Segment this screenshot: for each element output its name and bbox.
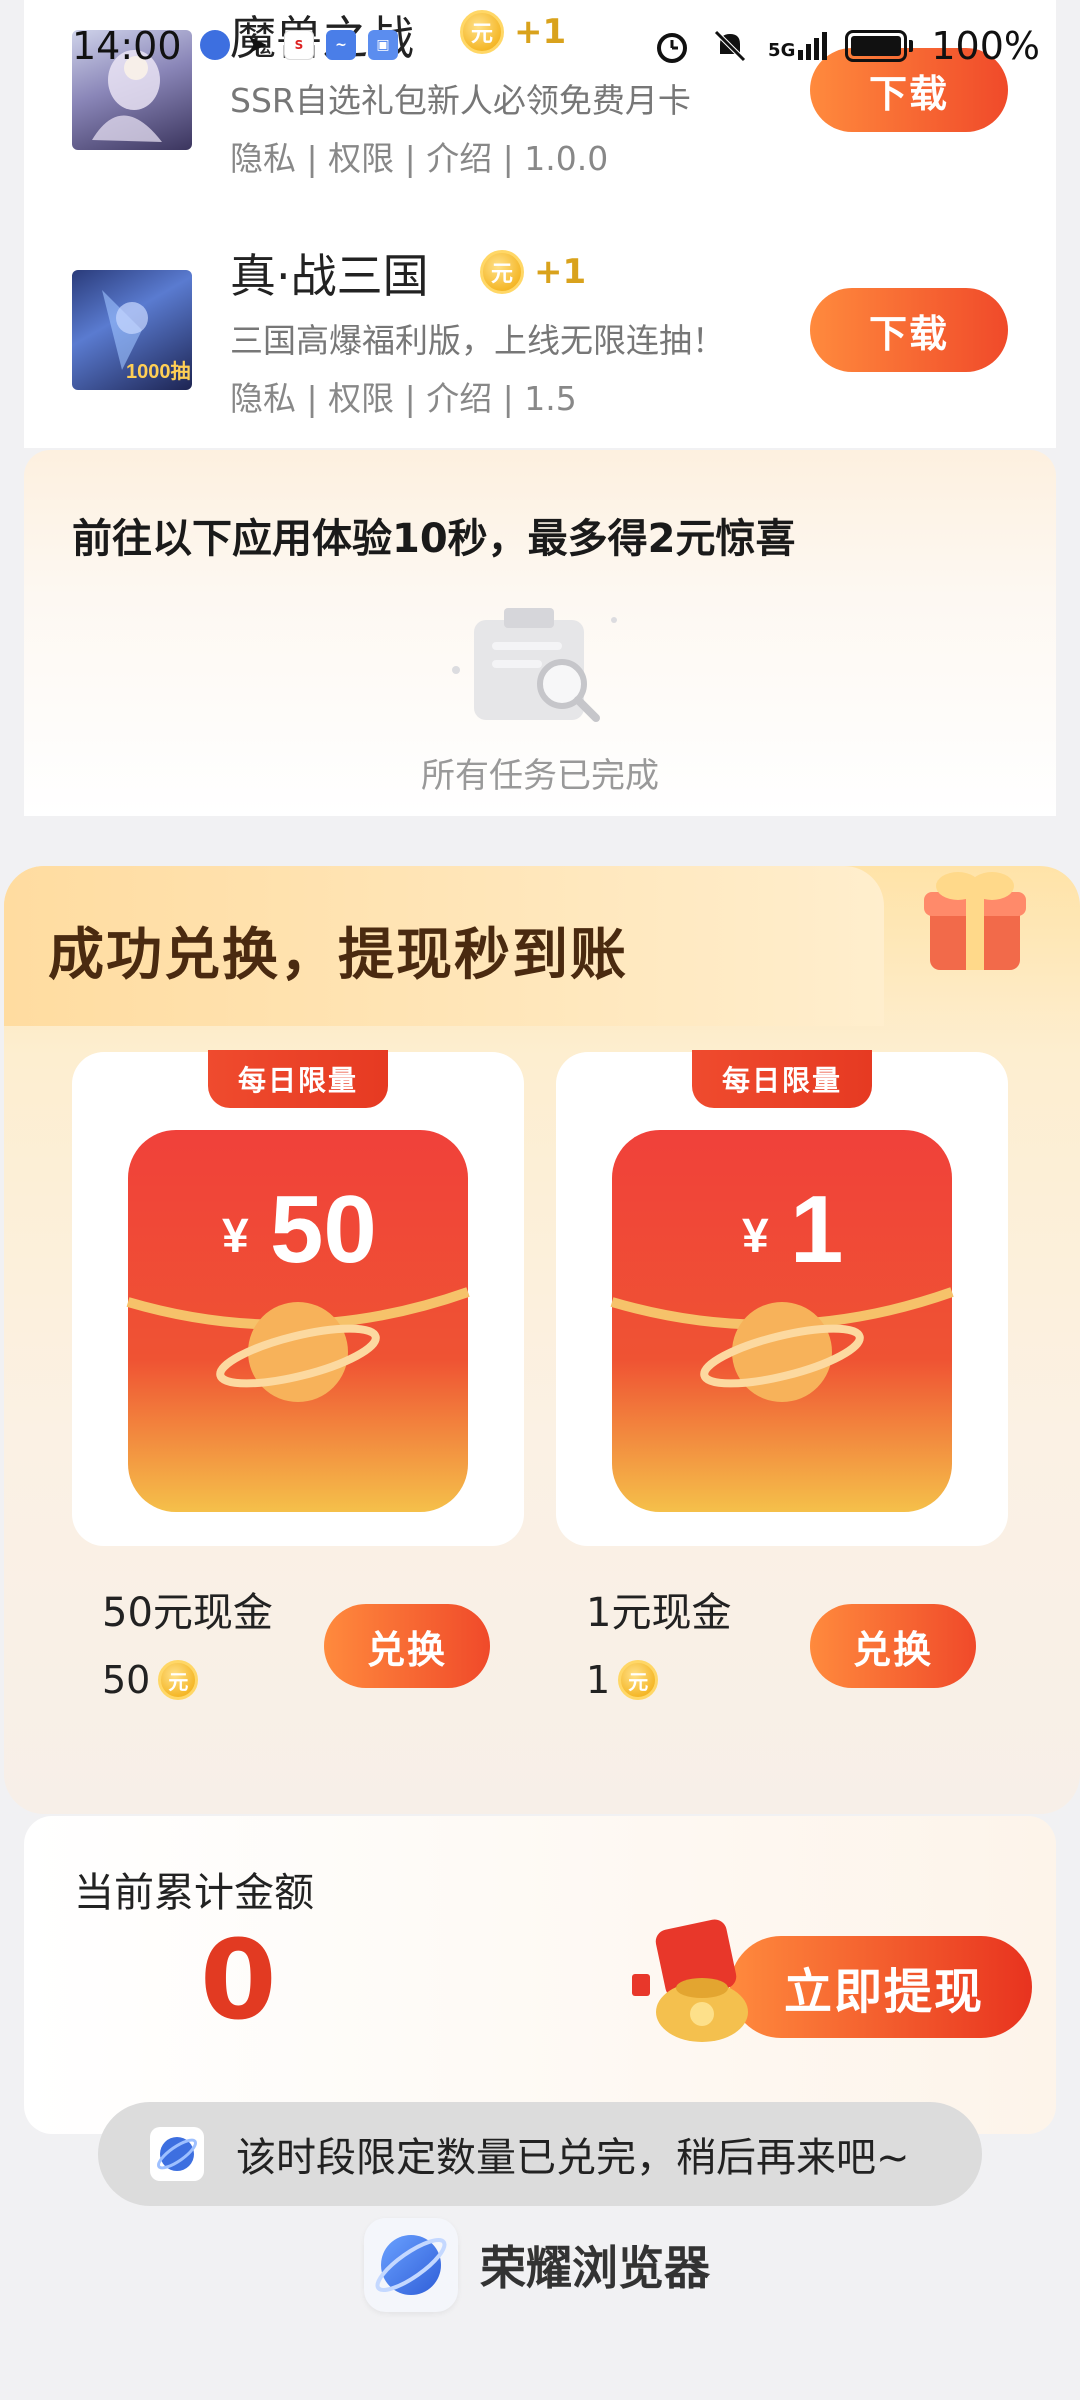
app-description: 三国高爆福利版，上线无限连抽！ [230,321,725,360]
reward-badge: 元 +1 [480,250,586,294]
app-notify-icon: ~ [326,30,356,60]
empty-state-text: 所有任务已完成 [421,756,659,796]
pack-cost: 50 元 [102,1658,199,1702]
pack-amount: 1 [790,1176,843,1283]
alarm-icon [657,33,688,63]
brand-name: 荣耀浏览器 [480,2241,710,2295]
app-row[interactable]: 1000抽 真·战三国 元 +1 三国高爆福利版，上线无限连抽！ 隐私 | 权限… [24,240,1056,440]
toast-message: 该时段限定数量已兑完，稍后再来吧~ [98,2102,982,2206]
browser-notify-icon [200,30,230,60]
mute-bell-icon [714,30,746,62]
toast-text: 该时段限定数量已兑完，稍后再来吧~ [236,2135,910,2181]
exchange-title: 成功兑换，提现秒到账 [48,923,628,988]
game-art-icon: 1000抽 [102,290,191,383]
icon-badge-text: 1000抽 [126,359,191,383]
coin-icon: 元 [618,1660,659,1700]
status-time: 14:00 [72,24,182,68]
status-bar: 14:00 ➤ S ~ ▣ 5G 100% [0,0,1080,100]
experience-title: 前往以下应用体验10秒，最多得2元惊喜 [72,516,796,562]
cash-pack-card[interactable]: 每日限量 ¥ 1 [556,1050,1008,1546]
app-links[interactable]: 隐私 | 权限 | 介绍 | 1.0.0 [230,132,608,180]
currency-symbol: ¥ [742,1210,769,1263]
red-envelope-icon: ¥ 50 [126,1130,470,1512]
pack-amount: 50 [270,1176,377,1283]
withdraw-button[interactable]: 立即提现 [730,1936,1032,2038]
browser-logo-icon [364,2218,458,2312]
coin-icon: 元 [480,250,524,294]
money-bag-icon [632,1919,748,2042]
pack-cost: 1 元 [586,1658,659,1702]
app-icon[interactable]: 1000抽 [72,270,192,390]
red-envelope-icon: ¥ 1 [610,1130,954,1512]
download-button[interactable]: 下载 [810,288,1008,372]
battery-icon [845,30,914,62]
brand-footer: 荣耀浏览器 [364,2218,710,2312]
gift-box-icon [924,872,1026,970]
exchange-button[interactable]: 兑换 [324,1604,490,1688]
arrow-icon: ➤ [246,30,268,60]
pack-cost-value: 1 [586,1658,611,1702]
network-type: 5G [768,40,796,61]
coin-icon: 元 [158,1660,199,1700]
app-notify-icon-2: ▣ [368,30,398,60]
pack-label: 50元现金 [102,1590,273,1636]
app-links[interactable]: 隐私 | 权限 | 介绍 | 1.5 [230,372,577,420]
exchange-button[interactable]: 兑换 [810,1604,976,1688]
battery-percent: 100% [931,24,1040,68]
cash-pack-card[interactable]: 每日限量 ¥ 50 [72,1050,524,1546]
system-icons: 5G 100% [652,24,1040,68]
notification-icons: ➤ S ~ ▣ [200,30,398,60]
total-label: 当前累计金额 [74,1870,314,1916]
experience-card: 前往以下应用体验10秒，最多得2元惊喜 所有任务已完成 [24,450,1056,816]
browser-icon [150,2127,204,2181]
app-name: 真·战三国 [230,249,429,303]
total-amount-card: 当前累计金额 0 立即提现 [24,1816,1056,2134]
currency-symbol: ¥ [222,1210,249,1263]
empty-state-icon [452,608,617,722]
reward-amount: +1 [534,252,587,292]
pack-cost-value: 50 [102,1658,151,1702]
total-value: 0 [200,1916,277,2044]
exchange-section: 成功兑换，提现秒到账 每日限量 ¥ 50 50元现金 50 元 兑换 每日限量 … [4,866,1080,1814]
pack-label: 1元现金 [586,1590,732,1636]
signal-icon: 5G [768,32,828,61]
sina-icon: S [284,30,314,60]
